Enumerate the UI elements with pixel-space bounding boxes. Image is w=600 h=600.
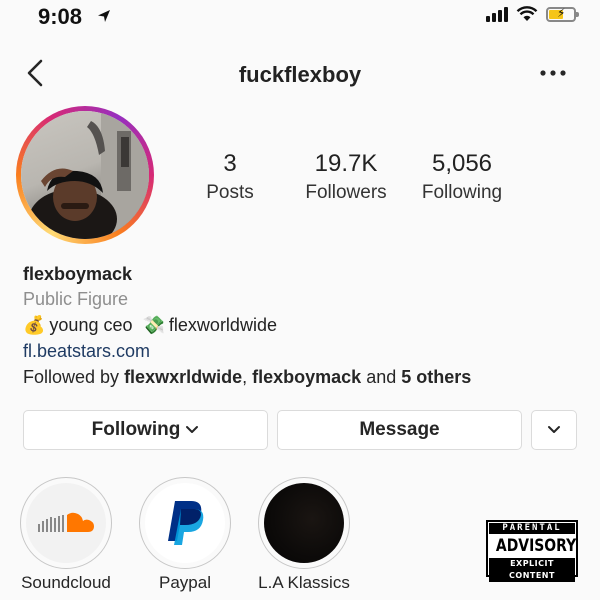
more-horizontal-icon[interactable] xyxy=(540,66,566,80)
highlight-soundcloud[interactable]: Soundcloud xyxy=(20,477,112,593)
highlight-label: Paypal xyxy=(159,573,211,592)
bio-text-1: young ceo xyxy=(49,315,133,335)
followed-others: 5 others xyxy=(401,367,472,387)
signal-icon xyxy=(486,6,508,22)
chevron-down-icon xyxy=(548,426,560,433)
following-label: Following xyxy=(421,182,503,203)
suggested-expand-button[interactable] xyxy=(531,410,577,450)
message-button-label: Message xyxy=(359,419,440,440)
parental-advisory-badge: PARENTAL ADVISORY EXPLICIT CONTENT xyxy=(486,520,578,582)
highlight-la-klassics[interactable]: L.A Klassics xyxy=(258,477,350,593)
money-bag-icon: 💰 xyxy=(23,315,46,335)
money-wings-icon: 💸 xyxy=(142,315,165,335)
following-button-label: Following xyxy=(91,419,181,440)
battery-charging-icon: ⚡ xyxy=(546,6,579,22)
followers-count: 19.7K xyxy=(314,150,378,177)
paypal-icon xyxy=(145,483,225,563)
followed-user-1: flexwxrldwide xyxy=(124,367,243,387)
status-time: 9:08 xyxy=(38,4,83,29)
message-button[interactable]: Message xyxy=(277,410,522,450)
explicit-content-text: EXPLICIT CONTENT xyxy=(489,558,575,582)
followed-and: and xyxy=(366,367,397,387)
following-count: 5,056 xyxy=(431,150,493,177)
followed-by[interactable]: Followed by flexwxrldwide, flexboymack a… xyxy=(23,367,471,388)
advisory-text: ADVISORY xyxy=(495,535,577,557)
stat-followers[interactable]: 19.7K Followers xyxy=(286,150,406,204)
bio-text-2: flexworldwide xyxy=(168,315,277,335)
highlight-label: L.A Klassics xyxy=(258,573,350,592)
bio-text: 💰 young ceo 💸 flexworldwide xyxy=(23,315,277,336)
profile-avatar[interactable] xyxy=(16,106,154,244)
highlight-paypal[interactable]: Paypal xyxy=(139,477,231,593)
highlight-label: Soundcloud xyxy=(21,573,111,592)
dark-photo xyxy=(264,483,344,563)
parental-text: PARENTAL xyxy=(489,523,575,534)
profile-display-name: flexboymack xyxy=(23,264,133,284)
profile-username-title: fuckflexboy xyxy=(238,62,362,87)
stat-posts[interactable]: 3 Posts xyxy=(170,150,290,204)
avatar-photo xyxy=(21,111,149,239)
profile-category: Public Figure xyxy=(23,289,129,309)
status-icons: ⚡ xyxy=(486,6,579,22)
soundcloud-icon xyxy=(26,483,106,563)
stat-following[interactable]: 5,056 Following xyxy=(402,150,522,204)
following-button[interactable]: Following xyxy=(23,410,268,450)
location-arrow-icon xyxy=(98,10,110,22)
followers-label: Followers xyxy=(305,182,387,203)
chevron-down-icon xyxy=(186,426,199,433)
followed-prefix: Followed by xyxy=(23,367,120,387)
followed-separator: , xyxy=(242,367,248,387)
posts-label: Posts xyxy=(206,182,254,203)
wifi-icon xyxy=(516,6,538,21)
posts-count: 3 xyxy=(223,150,237,177)
followed-user-2: flexboymack xyxy=(252,367,362,387)
bio-link[interactable]: fl.beatstars.com xyxy=(23,341,150,362)
